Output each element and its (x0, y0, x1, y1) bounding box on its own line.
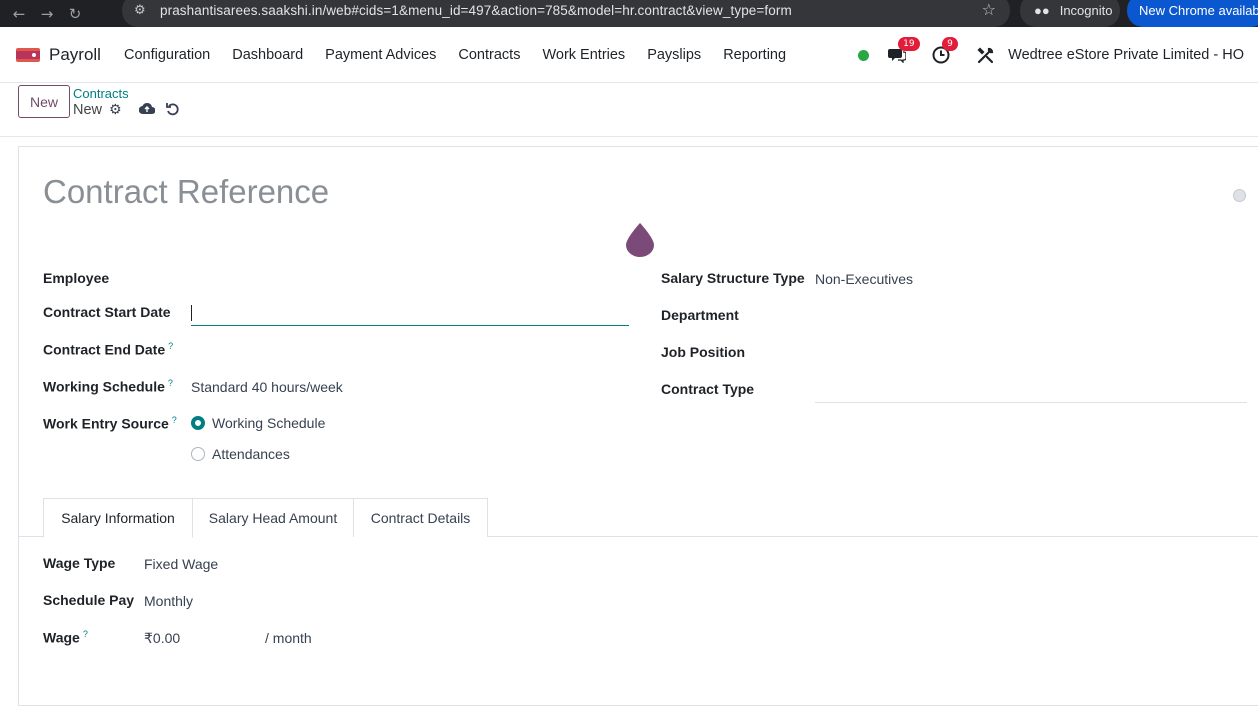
help-tooltip-icon[interactable]: ? (83, 629, 88, 639)
working-schedule-field[interactable]: Standard 40 hours/week (191, 379, 343, 395)
discard-undo-icon[interactable] (166, 102, 180, 120)
menu-payment-advices[interactable]: Payment Advices (314, 47, 447, 63)
back-icon[interactable]: ← (8, 3, 30, 25)
save-cloud-icon[interactable] (138, 102, 156, 119)
radio-attendances-label[interactable]: Attendances (212, 446, 290, 462)
employee-avatar-drop-icon (626, 223, 654, 257)
new-chrome-available-button[interactable]: New Chrome availab (1127, 0, 1258, 27)
contract-reference-input[interactable]: Contract Reference (43, 173, 329, 211)
incognito-indicator[interactable]: ●● Incognito (1020, 0, 1120, 27)
tab-salary-head-amount[interactable]: Salary Head Amount (192, 498, 354, 537)
main-navbar: Payroll Configuration Dashboard Payment … (0, 27, 1258, 83)
menu-dashboard[interactable]: Dashboard (221, 47, 314, 63)
department-label: Department (661, 307, 739, 323)
menu-contracts[interactable]: Contracts (447, 47, 531, 63)
new-chrome-label: New Chrome availab (1139, 3, 1258, 18)
help-tooltip-icon[interactable]: ? (172, 415, 177, 425)
presence-status-dot (858, 49, 870, 61)
radio-attendances[interactable] (191, 447, 205, 461)
radio-working-schedule[interactable] (191, 416, 205, 430)
schedule-pay-label: Schedule Pay (43, 592, 135, 608)
wage-label: Wage? (43, 629, 88, 646)
schedule-pay-field[interactable]: Monthly (144, 593, 193, 609)
salary-structure-type-label: Salary Structure Type (661, 270, 805, 286)
navbar-systray: 19 9 Wedtree eStore Private Limited - HO (858, 27, 1258, 83)
kanban-state-dot[interactable] (1233, 189, 1246, 202)
contract-type-label: Contract Type (661, 381, 755, 397)
work-entry-source-label: Work Entry Source? (43, 415, 177, 432)
contract-start-date-input[interactable] (191, 300, 629, 326)
debug-tools-icon[interactable] (974, 44, 996, 66)
wage-type-field[interactable]: Fixed Wage (144, 556, 218, 572)
activities-count-badge: 9 (942, 37, 958, 51)
salary-structure-type-field[interactable]: Non-Executives (815, 271, 913, 287)
bookmark-star-icon[interactable]: ☆ (982, 0, 996, 19)
main-menu: Configuration Dashboard Payment Advices … (113, 47, 797, 63)
form-sheet: Contract Reference Employee Contract Sta… (18, 146, 1258, 706)
contract-start-date-label: Contract Start Date (43, 304, 171, 320)
address-bar[interactable]: ⚙ prashantisarees.saakshi.in/web#cids=1&… (122, 0, 1010, 27)
browser-toolbar: ← → ↻ ⚙ prashantisarees.saakshi.in/web#c… (0, 0, 1258, 27)
contract-type-input[interactable] (815, 402, 1247, 403)
tab-salary-information[interactable]: Salary Information (43, 498, 193, 538)
menu-payslips[interactable]: Payslips (636, 47, 712, 63)
employee-label: Employee (43, 270, 110, 286)
messages-icon[interactable]: 19 (886, 37, 920, 66)
wage-input[interactable]: ₹0.00 (144, 630, 180, 647)
job-position-label: Job Position (661, 344, 745, 360)
wage-type-label: Wage Type (43, 555, 116, 571)
radio-working-schedule-label[interactable]: Working Schedule (212, 415, 325, 431)
messages-count-badge: 19 (898, 37, 920, 51)
help-tooltip-icon[interactable]: ? (168, 378, 173, 388)
payroll-app-icon[interactable] (16, 46, 40, 64)
site-settings-icon[interactable]: ⚙ (134, 3, 152, 18)
breadcrumb-current: New (73, 102, 103, 118)
incognito-label: Incognito (1059, 3, 1113, 18)
contract-end-date-label: Contract End Date? (43, 341, 174, 358)
help-tooltip-icon[interactable]: ? (168, 341, 173, 351)
app-name[interactable]: Payroll (49, 45, 101, 65)
wage-unit: / month (265, 630, 312, 646)
new-button[interactable]: New (18, 85, 70, 118)
activities-clock-icon[interactable]: 9 (930, 37, 958, 66)
company-switcher[interactable]: Wedtree eStore Private Limited - HO (1008, 47, 1244, 63)
url-text[interactable]: prashantisarees.saakshi.in/web#cids=1&me… (160, 3, 792, 18)
menu-configuration[interactable]: Configuration (113, 47, 221, 63)
menu-work-entries[interactable]: Work Entries (531, 47, 636, 63)
menu-reporting[interactable]: Reporting (712, 47, 797, 63)
incognito-icon: ●● (1034, 3, 1050, 18)
working-schedule-label: Working Schedule? (43, 378, 173, 395)
reload-icon[interactable]: ↻ (64, 3, 86, 25)
tab-contract-details[interactable]: Contract Details (353, 498, 488, 537)
gear-icon[interactable]: ⚙ (109, 102, 122, 118)
control-panel: New Contracts New ⚙ (0, 83, 1258, 137)
notebook-tabs: Salary Information Salary Head Amount Co… (19, 498, 1258, 538)
forward-icon[interactable]: → (36, 3, 58, 25)
breadcrumb-contracts-link[interactable]: Contracts (73, 86, 129, 101)
